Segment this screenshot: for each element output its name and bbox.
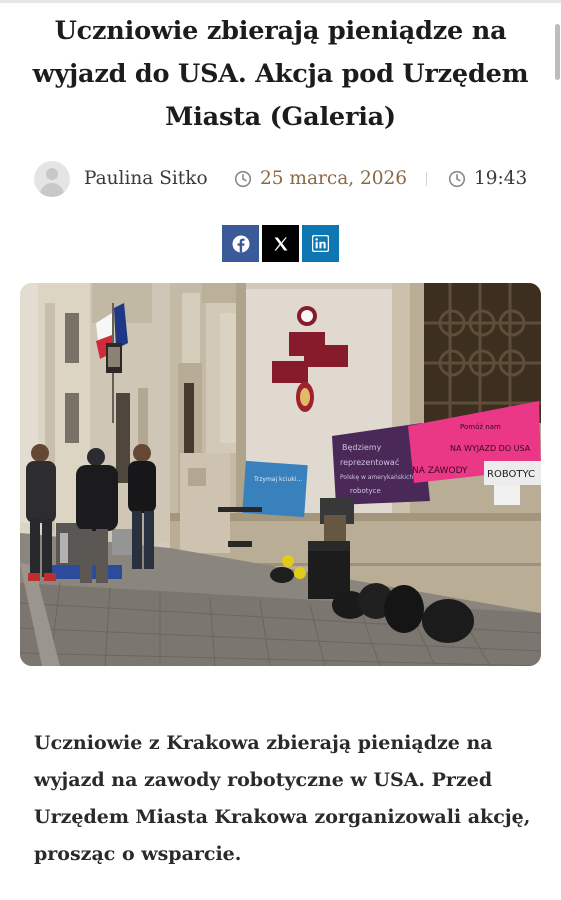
x-icon [274, 237, 287, 250]
facebook-icon [232, 235, 249, 252]
share-x-button[interactable] [262, 225, 299, 262]
share-linkedin-button[interactable] [302, 225, 339, 262]
article-meta: Paulina Sitko 25 marca, 2026 19:43 [0, 159, 561, 199]
clock-icon [234, 170, 252, 188]
article-headline: Uczniowie zbierają pieniądze na wyjazd d… [32, 16, 529, 132]
meta-divider [426, 172, 427, 186]
article-photo[interactable]: Trzymaj kciuki... Będziemy reprezentować… [20, 283, 541, 666]
clock-icon [448, 170, 466, 188]
top-divider [0, 0, 561, 3]
linkedin-icon [312, 235, 329, 252]
publish-time: 19:43 [474, 168, 528, 189]
author-avatar[interactable] [34, 161, 70, 197]
article-lede: Uczniowie z Krakowa zbierają pieniądze n… [34, 732, 531, 865]
scrollbar-thumb[interactable] [555, 24, 560, 80]
gallery-image: Trzymaj kciuki... Będziemy reprezentować… [20, 283, 541, 666]
author-name[interactable]: Paulina Sitko [84, 168, 208, 189]
publish-date: 25 marca, 2026 [260, 168, 408, 189]
page-scrollbar[interactable] [553, 0, 561, 900]
share-facebook-button[interactable] [222, 225, 259, 262]
